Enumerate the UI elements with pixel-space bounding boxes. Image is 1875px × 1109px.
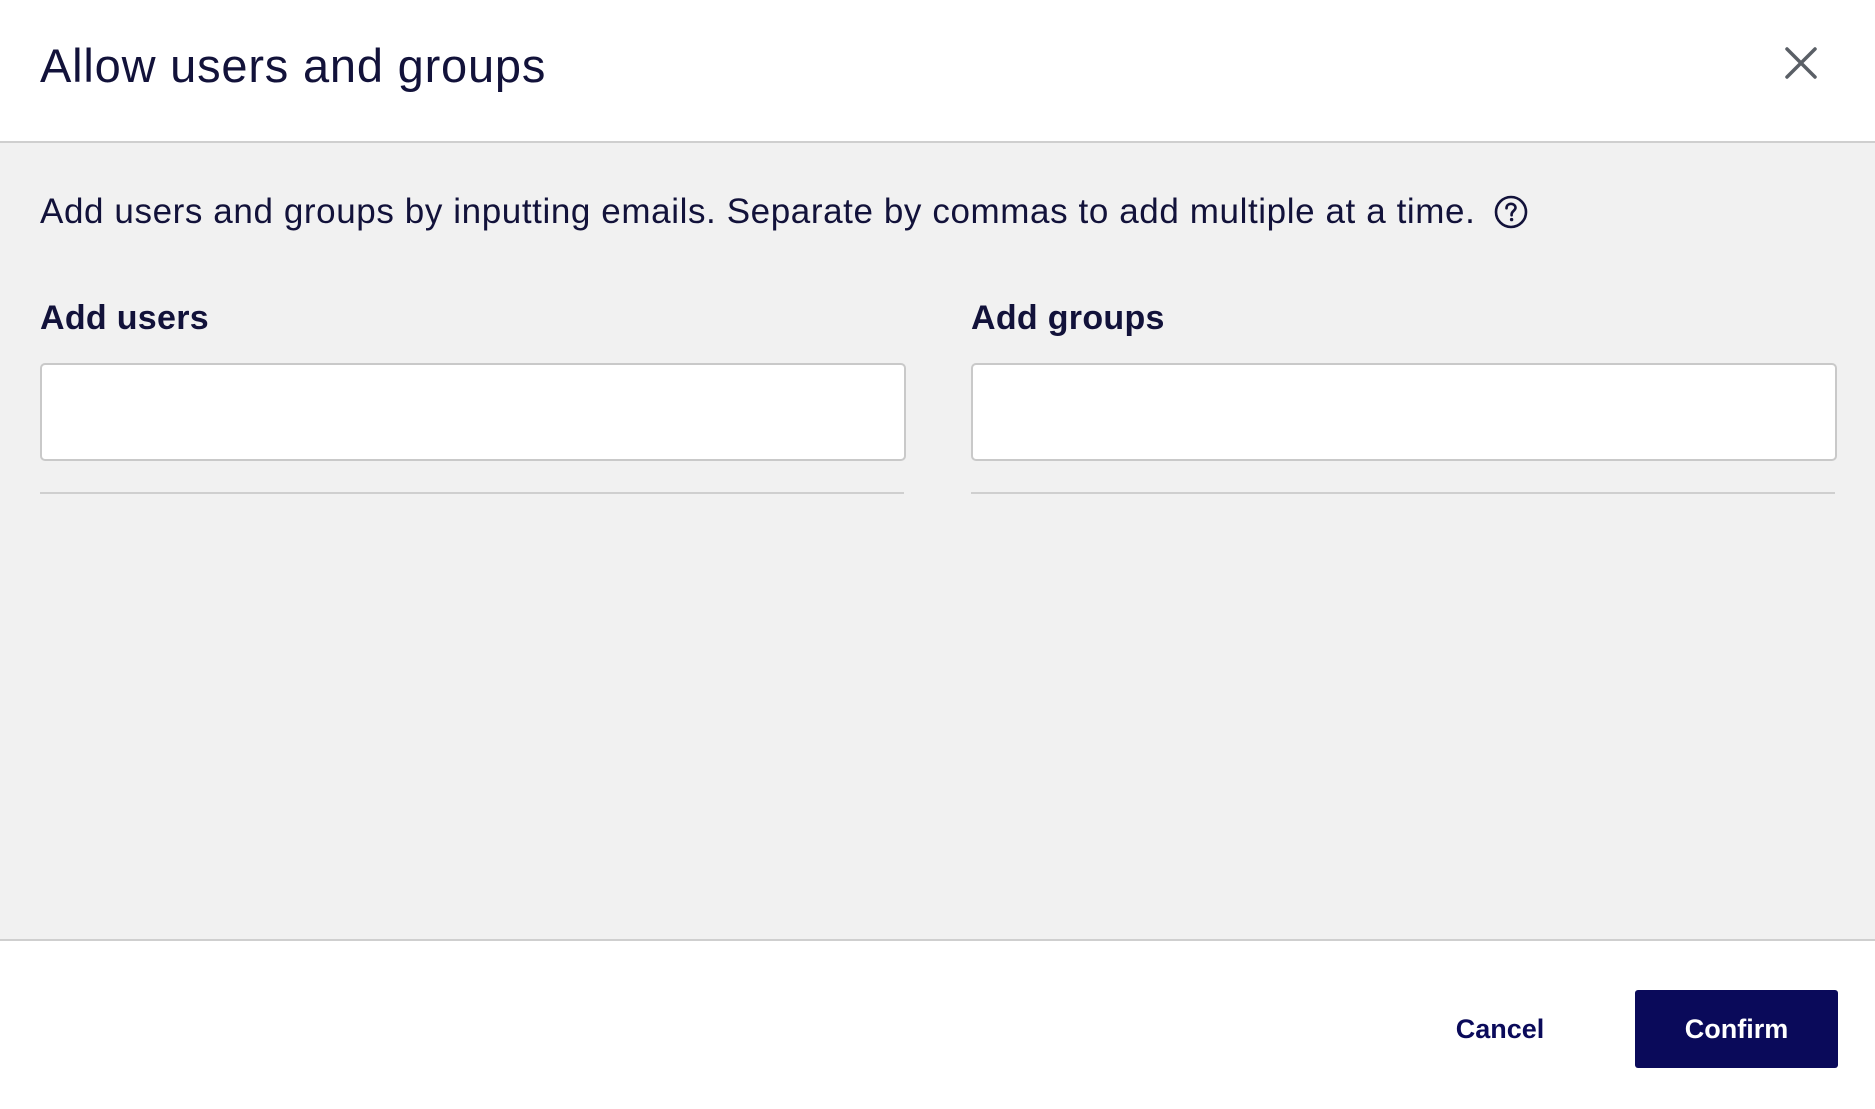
add-groups-divider [971, 492, 1835, 494]
cancel-button[interactable]: Cancel [1420, 990, 1580, 1068]
close-icon [1785, 47, 1817, 79]
dialog-body: Add users and groups by inputting emails… [0, 143, 1875, 941]
dialog-header: Allow users and groups [0, 0, 1875, 143]
add-users-label: Add users [40, 299, 209, 337]
allow-users-groups-dialog: Allow users and groups Add users and gro… [0, 0, 1875, 1109]
confirm-button[interactable]: Confirm [1635, 990, 1838, 1068]
dialog-title: Allow users and groups [40, 39, 547, 92]
question-circle-icon[interactable] [1493, 194, 1529, 230]
add-users-input[interactable] [40, 363, 906, 461]
add-users-divider [40, 492, 904, 494]
add-groups-label: Add groups [971, 299, 1165, 337]
hint-row: Add users and groups by inputting emails… [40, 190, 1529, 234]
dialog-footer: Cancel Confirm [0, 941, 1875, 1109]
hint-text: Add users and groups by inputting emails… [40, 192, 1476, 231]
close-button[interactable] [1776, 38, 1826, 88]
add-groups-input[interactable] [971, 363, 1837, 461]
